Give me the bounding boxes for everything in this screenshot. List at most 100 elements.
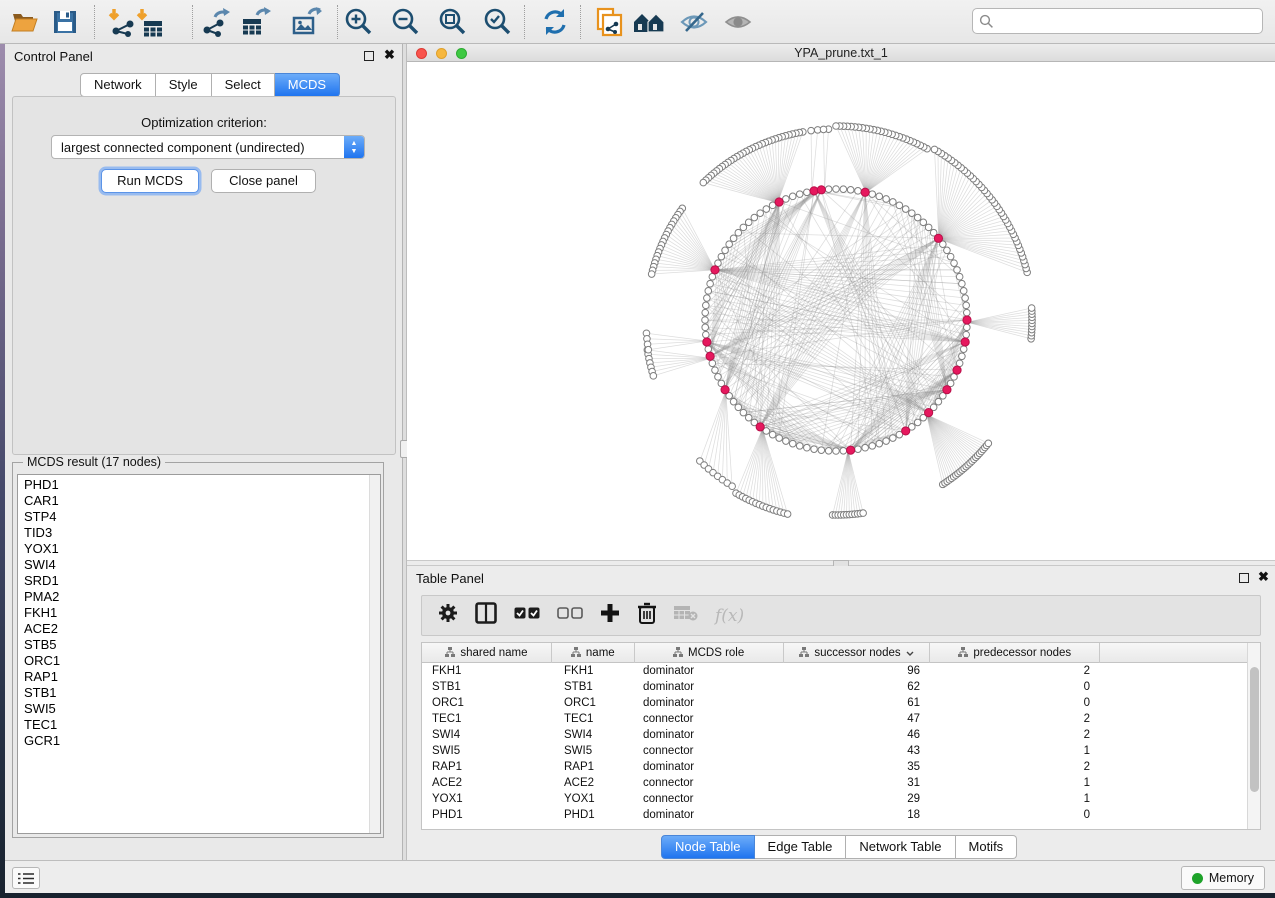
float-table-panel-icon[interactable] xyxy=(1239,573,1249,583)
network-view[interactable] xyxy=(407,62,1275,560)
mcds-result-item[interactable]: SRD1 xyxy=(18,573,369,589)
close-panel-button[interactable]: Close panel xyxy=(211,169,316,193)
cell-name: ACE2 xyxy=(552,775,635,791)
mcds-result-item[interactable]: STB5 xyxy=(18,637,369,653)
show-all-eye-icon[interactable] xyxy=(722,6,754,38)
table-row[interactable]: YOX1YOX1connector291 xyxy=(422,791,1247,807)
table-tab-network-table[interactable]: Network Table xyxy=(846,835,955,859)
zoom-fit-icon[interactable] xyxy=(437,6,469,38)
table-row[interactable]: ACE2ACE2connector311 xyxy=(422,775,1247,791)
table-scrollbar-thumb[interactable] xyxy=(1250,667,1259,792)
cell-predecessors: 1 xyxy=(931,775,1101,791)
cell-role: dominator xyxy=(635,695,784,711)
tab-select[interactable]: Select xyxy=(212,73,275,97)
run-mcds-button[interactable]: Run MCDS xyxy=(101,169,199,193)
criterion-dropdown[interactable]: largest connected component (undirected)… xyxy=(51,135,365,159)
delete-column-icon[interactable] xyxy=(637,602,657,629)
mcds-result-item[interactable]: SWI5 xyxy=(18,701,369,717)
network-window-titlebar[interactable]: YPA_prune.txt_1 xyxy=(407,44,1275,62)
cell-name: SWI4 xyxy=(552,727,635,743)
show-columns-icon[interactable] xyxy=(475,602,497,629)
zoom-out-icon[interactable] xyxy=(390,6,422,38)
cell-predecessors: 2 xyxy=(931,727,1101,743)
table-row[interactable]: SWI4SWI4dominator462 xyxy=(422,727,1247,743)
zoom-selected-icon[interactable] xyxy=(482,6,514,38)
import-table-icon[interactable] xyxy=(133,6,165,38)
cell-predecessors: 1 xyxy=(931,743,1101,759)
column-header-MCDS-role[interactable]: MCDS role xyxy=(635,643,784,663)
cell-name: RAP1 xyxy=(552,759,635,775)
search-input[interactable] xyxy=(994,14,1256,29)
column-header-shared-name[interactable]: shared name xyxy=(422,643,552,663)
table-toolbar: f(x) xyxy=(421,595,1261,636)
deselect-all-rows-icon[interactable] xyxy=(557,607,583,625)
mcds-result-item[interactable]: CAR1 xyxy=(18,493,369,509)
mcds-result-item[interactable]: TID3 xyxy=(18,525,369,541)
column-header-name[interactable]: name xyxy=(552,643,635,663)
table-row[interactable]: FKH1FKH1dominator962 xyxy=(422,663,1247,679)
task-list-icon xyxy=(18,872,34,885)
task-history-button[interactable] xyxy=(12,867,40,889)
mcds-list-scrollbar[interactable] xyxy=(369,475,380,833)
select-all-rows-icon[interactable] xyxy=(514,607,540,625)
mcds-result-item[interactable]: FKH1 xyxy=(18,605,369,621)
table-tab-edge-table[interactable]: Edge Table xyxy=(755,835,847,859)
mcds-result-item[interactable]: YOX1 xyxy=(18,541,369,557)
cell-role: connector xyxy=(635,711,784,727)
tab-style[interactable]: Style xyxy=(156,73,212,97)
table-tab-motifs[interactable]: Motifs xyxy=(956,835,1018,859)
first-neighbors-icon[interactable] xyxy=(633,6,665,38)
close-panel-icon[interactable]: ✖ xyxy=(384,48,395,62)
export-image-icon[interactable] xyxy=(291,6,323,38)
hide-selected-eye-icon[interactable] xyxy=(678,6,710,38)
main-toolbar xyxy=(0,0,1275,44)
table-scrollbar[interactable] xyxy=(1247,643,1260,829)
mcds-result-item[interactable]: ORC1 xyxy=(18,653,369,669)
mcds-result-item[interactable]: GCR1 xyxy=(18,733,369,749)
mcds-result-list[interactable]: PHD1CAR1STP4TID3YOX1SWI4SRD1PMA2FKH1ACE2… xyxy=(17,474,381,834)
cell-shared_name: SWI4 xyxy=(422,727,552,743)
table-row[interactable]: TEC1TEC1connector472 xyxy=(422,711,1247,727)
table-row[interactable]: SWI5SWI5connector431 xyxy=(422,743,1247,759)
open-session-icon[interactable] xyxy=(9,6,41,38)
table-row[interactable]: RAP1RAP1dominator352 xyxy=(422,759,1247,775)
cell-name: FKH1 xyxy=(552,663,635,679)
tab-network[interactable]: Network xyxy=(80,73,156,97)
table-settings-gear-icon[interactable] xyxy=(438,603,458,628)
mcds-result-item[interactable]: SWI4 xyxy=(18,557,369,573)
cell-shared_name: FKH1 xyxy=(422,663,552,679)
mcds-result-item[interactable]: PHD1 xyxy=(18,477,369,493)
memory-button[interactable]: Memory xyxy=(1181,866,1265,890)
refresh-layout-icon[interactable] xyxy=(539,6,571,38)
mcds-result-item[interactable]: ACE2 xyxy=(18,621,369,637)
float-panel-icon[interactable] xyxy=(364,51,374,61)
cell-shared_name: YOX1 xyxy=(422,791,552,807)
add-column-icon[interactable] xyxy=(600,603,620,628)
table-panel: Table Panel ✖ f(x) shared namenameMCDS r… xyxy=(407,566,1275,860)
table-row[interactable]: STB1STB1dominator620 xyxy=(422,679,1247,695)
control-panel: Control Panel ✖ NetworkStyleSelectMCDS O… xyxy=(5,44,403,860)
mcds-result-item[interactable]: STP4 xyxy=(18,509,369,525)
clone-network-icon[interactable] xyxy=(593,6,625,38)
cell-predecessors: 1 xyxy=(931,791,1101,807)
mcds-result-item[interactable]: RAP1 xyxy=(18,669,369,685)
table-tab-node-table[interactable]: Node Table xyxy=(661,835,755,859)
export-network-icon[interactable] xyxy=(200,6,232,38)
network-graph[interactable] xyxy=(407,62,1275,560)
mcds-result-item[interactable]: STB1 xyxy=(18,685,369,701)
column-header-predecessor-nodes[interactable]: predecessor nodes xyxy=(930,643,1100,663)
table-row[interactable]: ORC1ORC1dominator610 xyxy=(422,695,1247,711)
mcds-result-item[interactable]: PMA2 xyxy=(18,589,369,605)
export-table-icon[interactable] xyxy=(240,6,272,38)
close-table-panel-icon[interactable]: ✖ xyxy=(1258,570,1269,584)
mcds-result-item[interactable]: TEC1 xyxy=(18,717,369,733)
save-session-icon[interactable] xyxy=(49,6,81,38)
toolbar-separator xyxy=(524,5,525,39)
cell-predecessors: 2 xyxy=(931,759,1101,775)
zoom-in-icon[interactable] xyxy=(343,6,375,38)
search-field[interactable] xyxy=(972,8,1263,34)
column-header-successor-nodes[interactable]: successor nodes xyxy=(784,643,931,663)
cell-name: PHD1 xyxy=(552,807,635,823)
tab-mcds[interactable]: MCDS xyxy=(275,73,340,97)
table-row[interactable]: PHD1PHD1dominator180 xyxy=(422,807,1247,823)
